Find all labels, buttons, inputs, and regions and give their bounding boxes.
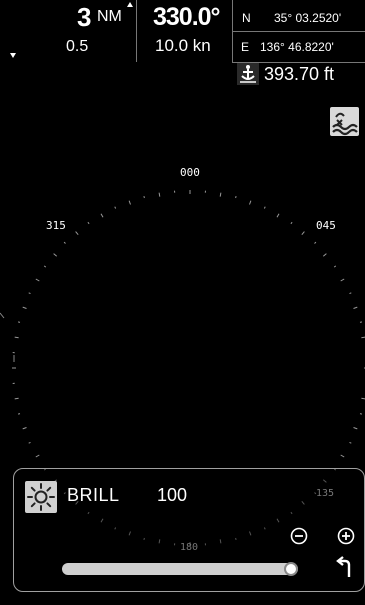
bearing-tick (264, 207, 265, 209)
bearing-tick (250, 201, 251, 205)
speed-value: 10.0 kn (155, 36, 211, 56)
return-arrow-icon (335, 555, 359, 581)
bearing-tick (360, 322, 362, 323)
bearing-tick (76, 232, 79, 235)
brightness-slider-handle[interactable] (284, 562, 298, 576)
bearing-tick (354, 307, 358, 308)
range-increase-icon[interactable] (127, 2, 133, 7)
bearing-tick (115, 207, 116, 209)
bearing-tick (360, 414, 362, 415)
bearing-tick (88, 222, 89, 224)
bearing-label-000: 000 (180, 166, 200, 179)
bearing-tick (277, 214, 279, 218)
bearing-tick (36, 455, 40, 457)
bearing-tick (15, 398, 19, 399)
edge-marker (0, 313, 4, 318)
sun-icon (25, 481, 57, 513)
wave-alarm-icon (330, 107, 359, 136)
bearing-label-045: 045 (316, 219, 336, 232)
bearing-label-315: 315 (46, 219, 66, 232)
bearing-tick (341, 279, 345, 281)
bearing-tick (315, 242, 316, 243)
brightness-panel: BRILL 100 (13, 468, 365, 592)
bearing-tick (220, 193, 221, 197)
back-button[interactable] (335, 555, 359, 581)
wave-alarm-button[interactable] (330, 107, 359, 136)
bearing-tick (159, 193, 160, 197)
bearing-tick (350, 293, 352, 294)
latitude-label: N (242, 11, 251, 25)
brightness-slider[interactable] (62, 563, 298, 575)
bearing-tick (302, 232, 305, 235)
bearing-tick (129, 201, 130, 205)
bearing-tick (29, 293, 31, 294)
bearing-tick (23, 428, 27, 429)
bearing-tick (36, 279, 40, 281)
divider (136, 0, 137, 62)
divider (232, 31, 365, 32)
bearing-tick (101, 214, 103, 218)
bearing-tick (323, 254, 326, 257)
heading-value: 330.0° (153, 4, 220, 30)
bearing-tick (15, 337, 19, 338)
bearing-tick (341, 455, 345, 457)
bearing-tick (361, 398, 365, 399)
brill-value: 100 (157, 485, 187, 506)
longitude-label: E (241, 40, 249, 54)
range-unit: NM (97, 8, 122, 26)
range-value[interactable]: 3 (77, 4, 91, 30)
range-decrease-icon[interactable] (10, 53, 16, 58)
bearing-tick (23, 307, 27, 308)
depth-value: 393.70 ft (264, 64, 334, 84)
increase-button[interactable] (336, 526, 356, 546)
bearing-tick (64, 242, 65, 243)
bearing-tick (18, 414, 20, 415)
status-header: 3 NM 0.5 330.0° 10.0 kn N 35° 03.2520' E… (0, 0, 365, 100)
latitude-value: 35° 03.2520' (274, 11, 341, 25)
bearing-tick (18, 322, 20, 323)
bearing-tick (236, 196, 237, 198)
plus-circle-icon (336, 526, 356, 546)
bearing-tick (44, 266, 46, 267)
minus-circle-icon (289, 526, 309, 546)
bearing-tick (334, 266, 336, 267)
bearing-tick (350, 442, 352, 443)
bearing-tick (361, 337, 365, 338)
longitude-value: 136° 46.8220' (260, 40, 334, 54)
brightness-button[interactable] (25, 481, 57, 513)
range-ring-interval: 0.5 (66, 38, 88, 56)
bearing-tick (29, 442, 31, 443)
bearing-tick (291, 222, 292, 224)
brill-label: BRILL (67, 485, 120, 506)
decrease-button[interactable] (289, 526, 309, 546)
bearing-tick (354, 428, 358, 429)
bearing-tick (144, 196, 145, 198)
depth-anchor-icon (237, 63, 259, 85)
bearing-tick (54, 254, 57, 257)
